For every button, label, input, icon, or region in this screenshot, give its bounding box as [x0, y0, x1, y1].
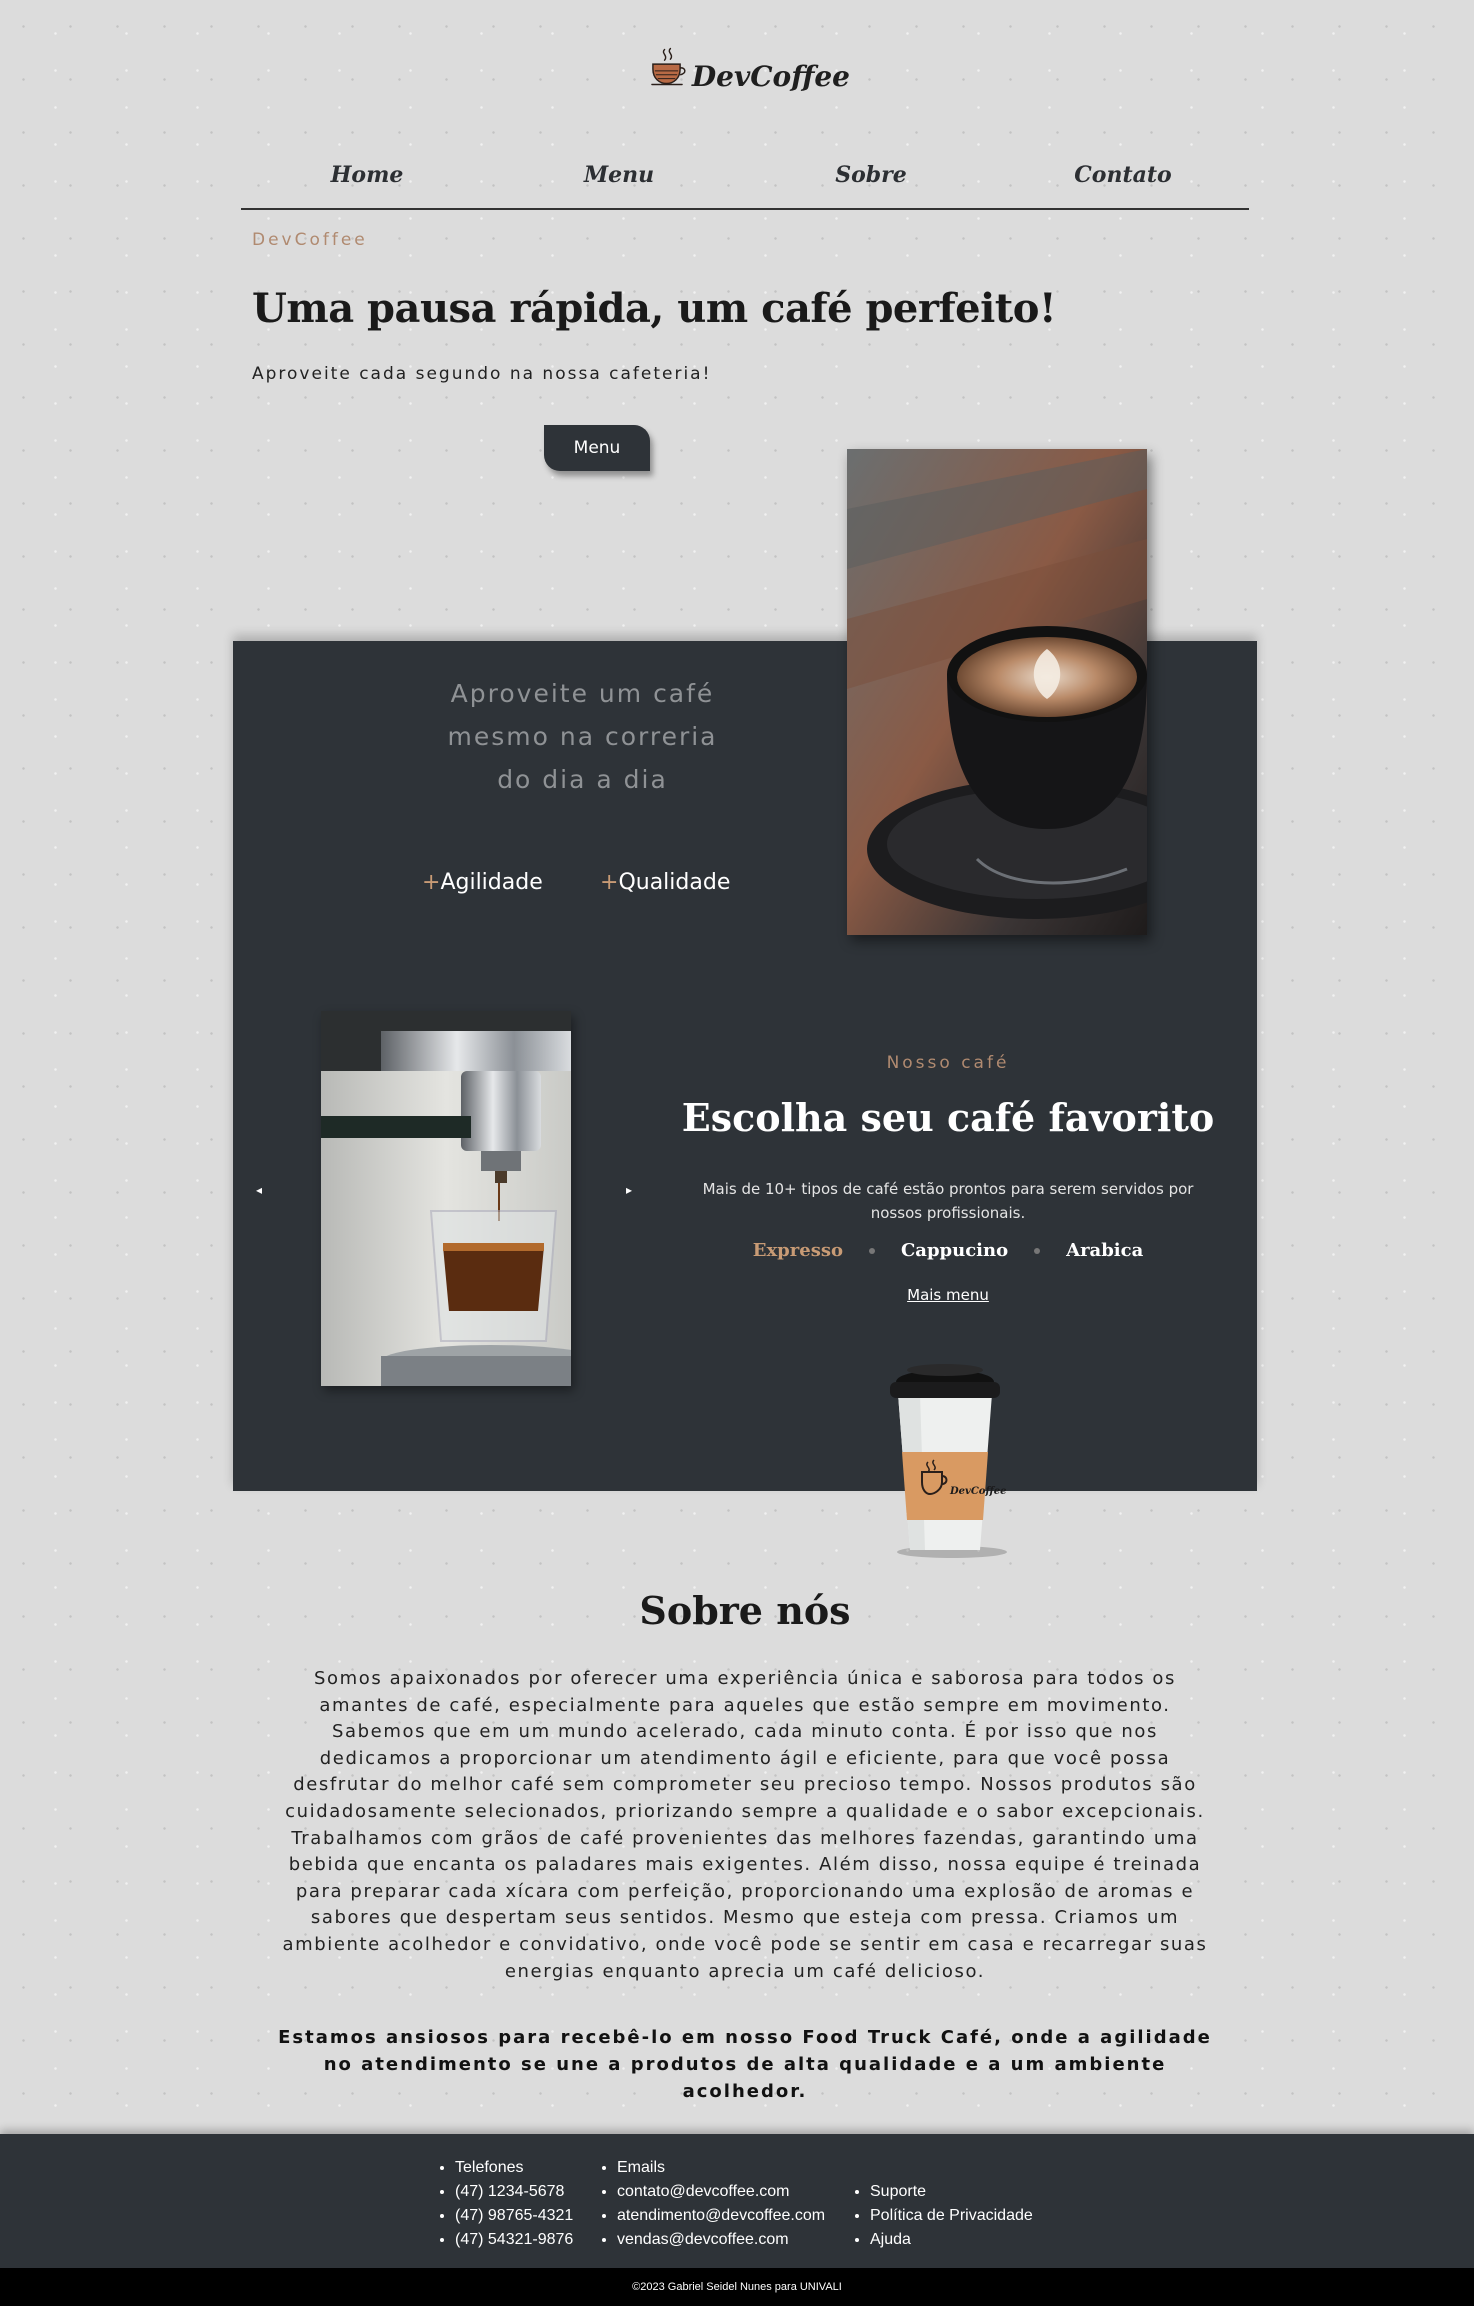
plus-icon: + — [600, 870, 619, 895]
hurry-tagline: Aproveite um café mesmo na correria do d… — [380, 672, 785, 801]
nav-contato[interactable]: Contato — [997, 150, 1249, 208]
hero-subtitle: Aproveite cada segundo na nossa cafeteri… — [252, 364, 712, 384]
footer-phones-heading: Telefones — [455, 2156, 573, 2180]
footer-phone[interactable]: (47) 1234-5678 — [455, 2180, 573, 2204]
footer-link-privacidade[interactable]: Política de Privacidade — [870, 2204, 1033, 2228]
feature-agilidade: +Agilidade — [422, 870, 543, 895]
hero-title: Uma pausa rápida, um café perfeito! — [252, 285, 1057, 332]
feature-label: Agilidade — [440, 870, 543, 895]
more-menu-link[interactable]: Mais menu — [660, 1286, 1236, 1304]
footer: Telefones (47) 1234-5678 (47) 98765-4321… — [0, 2134, 1474, 2268]
main-nav: Home Menu Sobre Contato — [241, 150, 1249, 210]
latte-photo — [847, 449, 1147, 935]
footer-links-list: Suporte Política de Privacidade Ajuda — [850, 2180, 1033, 2252]
about-text: Somos apaixonados por oferecer uma exper… — [282, 1668, 1208, 1982]
our-coffee-eyebrow: Nosso café — [886, 1053, 1010, 1073]
variety-expresso[interactable]: Expresso — [753, 1240, 843, 1261]
footer-phones-list: Telefones (47) 1234-5678 (47) 98765-4321… — [435, 2156, 573, 2252]
footer-phone[interactable]: (47) 54321-9876 — [455, 2228, 573, 2252]
hurry-line: mesmo na correria — [447, 722, 718, 751]
variety-arabica[interactable]: Arabica — [1066, 1240, 1143, 1261]
coffee-cup-logo-icon — [651, 47, 686, 86]
footer-emails-heading: Emails — [617, 2156, 825, 2180]
carousel-next-arrow[interactable]: ▸ — [626, 1183, 632, 1197]
our-coffee-title: Escolha seu café favorito — [681, 1095, 1215, 1140]
footer-emails-list: Emails contato@devcoffee.com atendimento… — [597, 2156, 825, 2252]
separator-dot — [1034, 1247, 1041, 1254]
coffee-varieties: Expresso Cappucino Arabica — [660, 1240, 1236, 1261]
copyright-bar: ©2023 Gabriel Seidel Nunes para UNIVALI — [0, 2268, 1474, 2306]
footer-phone[interactable]: (47) 98765-4321 — [455, 2204, 573, 2228]
menu-button[interactable]: Menu — [544, 425, 650, 471]
hero-eyebrow: DevCoffee — [252, 230, 368, 250]
brand-logo[interactable]: DevCoffee — [650, 22, 850, 112]
takeaway-cup-image: DevCoffee — [870, 1360, 1020, 1560]
plus-icon: + — [422, 870, 441, 895]
footer-email[interactable]: vendas@devcoffee.com — [617, 2228, 825, 2252]
feature-qualidade: +Qualidade — [600, 870, 730, 895]
about-title: Sobre nós — [639, 1588, 851, 1633]
espresso-machine-photo — [321, 1011, 571, 1386]
nav-menu[interactable]: Menu — [493, 150, 745, 208]
carousel-prev-arrow[interactable]: ◂ — [256, 1183, 262, 1197]
nav-sobre[interactable]: Sobre — [745, 150, 997, 208]
cup-brand-label: DevCoffee — [950, 1486, 1007, 1497]
footer-link-suporte[interactable]: Suporte — [870, 2180, 1033, 2204]
nav-home[interactable]: Home — [241, 150, 493, 208]
hurry-line: Aproveite um café — [450, 679, 715, 708]
hurry-line: do dia a dia — [497, 765, 668, 794]
separator-dot — [868, 1247, 875, 1254]
our-coffee-description: Mais de 10+ tipos de café estão prontos … — [702, 1180, 1194, 1222]
footer-link-ajuda[interactable]: Ajuda — [870, 2228, 1033, 2252]
brand-name: DevCoffee — [691, 59, 850, 93]
feature-label: Qualidade — [618, 870, 731, 895]
about-closing: Estamos ansiosos para recebê-lo em nosso… — [278, 2027, 1212, 2102]
footer-email[interactable]: contato@devcoffee.com — [617, 2180, 825, 2204]
variety-cappucino[interactable]: Cappucino — [901, 1240, 1008, 1261]
footer-email[interactable]: atendimento@devcoffee.com — [617, 2204, 825, 2228]
